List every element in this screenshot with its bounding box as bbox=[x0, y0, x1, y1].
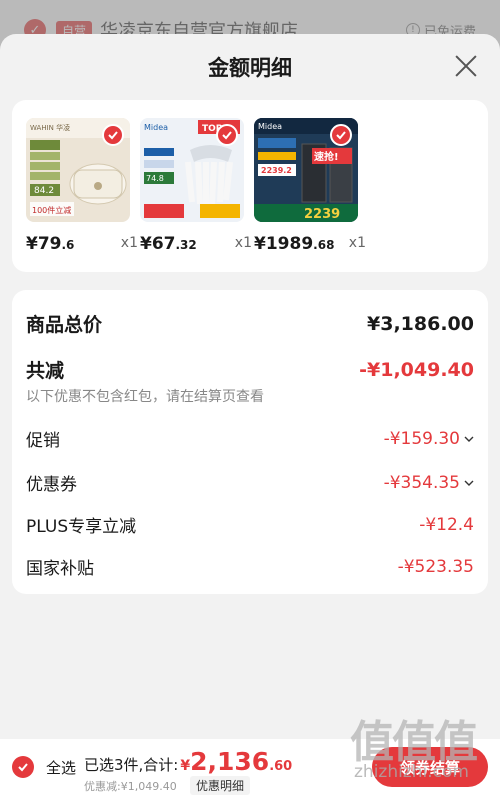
product-image[interactable]: Midea 2239.2 速抢! 2239 bbox=[254, 118, 358, 222]
plus-discount-value: -¥12.4 bbox=[419, 514, 474, 535]
product-image[interactable]: Midea TOP1 74.8 bbox=[140, 118, 244, 222]
product-price: ¥79.6 bbox=[26, 234, 75, 254]
product-quantity: x1 bbox=[120, 235, 138, 251]
amount-detail-sheet: 金额明细 WAHIN 华凌 84.2 100件立减 ¥79.6 x1 Midea… bbox=[0, 34, 500, 739]
select-all-check-icon[interactable] bbox=[12, 756, 34, 778]
promotion-label: 促销 bbox=[26, 431, 60, 451]
plus-discount-label: PLUS专享立减 bbox=[26, 517, 137, 537]
product-quantity: x1 bbox=[348, 235, 366, 251]
product-price: ¥1989.68 bbox=[254, 234, 335, 254]
svg-text:速抢!: 速抢! bbox=[314, 150, 339, 163]
national-subsidy-label: 国家补贴 bbox=[26, 559, 94, 579]
product-check-icon[interactable] bbox=[216, 124, 238, 146]
discount-summary: 优惠减:¥1,049.40 bbox=[84, 780, 177, 793]
order-summary: 已选3件,合计: ¥2,136.60 bbox=[84, 747, 292, 776]
svg-text:2239.2: 2239.2 bbox=[261, 166, 292, 175]
product-image-text: 84.2 bbox=[34, 186, 54, 196]
svg-text:WAHIN 华凌: WAHIN 华凌 bbox=[30, 123, 70, 132]
product-check-icon[interactable] bbox=[102, 124, 124, 146]
select-all-label[interactable]: 全选 bbox=[46, 757, 76, 778]
svg-text:Midea: Midea bbox=[144, 123, 168, 132]
coupon-value: -¥354.35 bbox=[384, 473, 474, 493]
product-item[interactable]: Midea TOP1 74.8 ¥67.32 x1 bbox=[140, 118, 252, 254]
total-reduce-row: 共减 -¥1,049.40 bbox=[26, 356, 474, 383]
chevron-down-icon[interactable] bbox=[464, 478, 474, 488]
discount-note: 以下优惠不包含红包，请在结算页查看 bbox=[26, 389, 264, 405]
svg-text:100件立减: 100件立减 bbox=[32, 205, 71, 215]
summary-text: 已选3件,合计: bbox=[84, 756, 179, 774]
goods-total-value: ¥3,186.00 bbox=[367, 312, 474, 335]
product-item[interactable]: Midea 2239.2 速抢! 2239 ¥1989.68 x1 bbox=[254, 118, 366, 254]
checkout-bar: 全选 已选3件,合计: ¥2,136.60 优惠减:¥1,049.40 优惠明细… bbox=[0, 739, 500, 795]
amount-detail-card: 商品总价 ¥3,186.00 共减 -¥1,049.40 以下优惠不包含红包，请… bbox=[12, 290, 488, 594]
coupon-label: 优惠券 bbox=[26, 475, 77, 495]
promotion-value: -¥159.30 bbox=[384, 429, 474, 449]
svg-text:74.8: 74.8 bbox=[146, 174, 164, 183]
svg-text:Midea: Midea bbox=[258, 122, 282, 131]
product-image-text: 2239 bbox=[304, 207, 340, 222]
chevron-down-icon[interactable] bbox=[464, 434, 474, 444]
product-image[interactable]: WAHIN 华凌 84.2 100件立减 bbox=[26, 118, 130, 222]
sheet-title: 金额明细 bbox=[208, 56, 292, 80]
product-check-icon[interactable] bbox=[330, 124, 352, 146]
plus-discount-row: PLUS专享立减 -¥12.4 bbox=[26, 512, 474, 538]
coupon-row[interactable]: 优惠券 -¥354.35 bbox=[26, 470, 474, 495]
total-reduce-label: 共减 bbox=[26, 360, 65, 382]
total-reduce-value: -¥1,049.40 bbox=[359, 358, 474, 381]
products-card: WAHIN 华凌 84.2 100件立减 ¥79.6 x1 Midea TOP1… bbox=[12, 100, 488, 272]
discount-detail-button[interactable]: 优惠明细 bbox=[190, 776, 251, 795]
national-subsidy-row: 国家补贴 -¥523.35 bbox=[26, 554, 474, 580]
checkout-button[interactable]: 领券结算 bbox=[372, 747, 488, 787]
close-icon[interactable] bbox=[454, 54, 478, 78]
promotion-row[interactable]: 促销 -¥159.30 bbox=[26, 426, 474, 451]
goods-total-label: 商品总价 bbox=[26, 314, 103, 336]
goods-total-row: 商品总价 ¥3,186.00 bbox=[26, 310, 474, 337]
national-subsidy-value: -¥523.35 bbox=[397, 556, 474, 577]
product-quantity: x1 bbox=[234, 235, 252, 251]
grand-total: ¥2,136.60 bbox=[180, 747, 293, 776]
product-price: ¥67.32 bbox=[140, 234, 197, 254]
product-item[interactable]: WAHIN 华凌 84.2 100件立减 ¥79.6 x1 bbox=[26, 118, 138, 254]
